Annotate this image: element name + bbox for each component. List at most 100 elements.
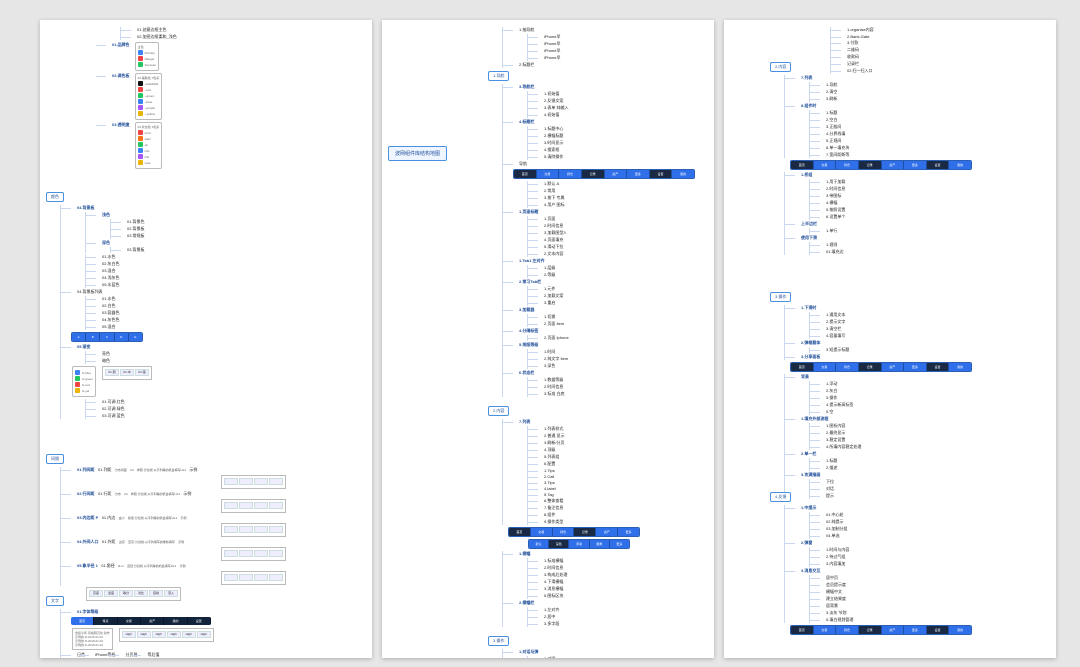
node: 5.按照设置	[820, 207, 972, 213]
node: 2.标题栏	[513, 62, 708, 68]
group-head: 7.列表	[513, 419, 708, 425]
opacity: 03.透明度	[106, 122, 130, 128]
node: 01.背景色	[121, 219, 153, 225]
node: 6.配置	[538, 461, 708, 467]
bg-board: 04.背景板	[71, 205, 153, 211]
navbar-strip-r3[interactable]: 首页交易持仓记录资产更多设置我的	[790, 362, 972, 372]
panel-col-1: 01.创意边框主色 02.加密边框柔和_浅色 01.品牌色 主色 Primary…	[40, 20, 372, 658]
col1-color-section: 颜色 04.背景板 浅色01.背景色02.背景板03.常规板深色03.背景板 0…	[46, 190, 153, 420]
group-head: 5.排版等级	[513, 342, 708, 348]
node: 7.宽间距断等	[820, 152, 972, 158]
group-head: 浅色	[96, 212, 153, 218]
node: 7.备注信息	[538, 505, 708, 511]
node: 02.背景板	[121, 226, 153, 232]
node: 04.灰色色	[96, 317, 153, 323]
node: 建立结果度	[820, 596, 972, 602]
titlebar: 4.标题栏	[513, 119, 708, 125]
section-2-content[interactable]: 2.内容	[488, 406, 509, 416]
root-title-chip[interactable]: 波网组件库结构地图	[388, 146, 447, 161]
node: 2.页面 Iphone	[538, 335, 708, 341]
node: 2.Call	[538, 474, 708, 479]
col3-sect4: 4.反馈 1.中提示01.中心轮02.纯提示03.加制分组04.单选2.弹窗1.…	[770, 490, 972, 637]
node: 2.提示文字	[820, 319, 972, 325]
section-1-nav[interactable]: 1.导航	[488, 71, 509, 81]
font-level: 01.字体等级	[71, 609, 215, 615]
node: 1.浮动	[820, 381, 972, 387]
cells-card: HighHighHighHighHighHigh	[119, 628, 214, 642]
section-color[interactable]: 颜色	[46, 192, 64, 202]
card-title: 03.状态色 1色系	[138, 125, 160, 129]
node: 2.待过气组	[820, 554, 972, 560]
node: 2.居中	[538, 614, 708, 620]
node: 3.正般间	[820, 124, 972, 130]
node: 2.时间信息	[538, 384, 708, 390]
node: 3.付款	[841, 40, 1050, 46]
node: 1.时间	[538, 349, 708, 355]
navbar-strip-r2[interactable]: 首页交易持仓记录资产更多设置我的	[790, 160, 972, 170]
node: iPhone早	[538, 41, 708, 47]
node: 1.标准横幅	[538, 558, 708, 564]
group-head: 4.分隔标签	[513, 328, 708, 334]
node: iPhone早	[538, 55, 708, 61]
example-grid	[221, 571, 286, 585]
node: 4.搜索框	[538, 147, 708, 153]
navbar-strip-r4[interactable]: 首页交易持仓记录资产更多设置我的	[790, 625, 972, 635]
section-text[interactable]: 文字	[46, 596, 64, 606]
node: 居中页	[820, 575, 972, 581]
node: 1.切换	[538, 314, 708, 320]
nav-label: 导航	[513, 161, 708, 167]
node: 1.标题中心	[538, 126, 708, 132]
swatch-card-c: 03.状态色 1色系 errorwarnokinfolinknote	[135, 122, 163, 169]
node: 6.单一填充块	[820, 145, 972, 151]
swatch-card-b: 02.辅助色 7色系 --black001--red--green--blue-…	[135, 73, 163, 120]
node: 5.填白规划管理	[820, 617, 972, 623]
navbar: 3.导航栏	[513, 84, 708, 90]
section-spacing[interactable]: 间隔	[46, 454, 64, 464]
node: iPhone早	[538, 34, 708, 40]
group-head: 3.加载器	[513, 307, 708, 313]
section-4-feedback[interactable]: 4.反馈	[770, 492, 791, 502]
node: 05.混合	[96, 324, 153, 330]
group-head: 1.对话与弹	[513, 649, 708, 655]
navbar-strip-2b[interactable]: 默认深色浮动圆角更多	[528, 539, 630, 549]
node: 1.标题	[820, 458, 972, 464]
node: 2.横幅标题	[538, 133, 708, 139]
node: 2.空白	[820, 117, 972, 123]
node: 横幅中文	[820, 589, 972, 595]
node: 02.灰白色	[96, 261, 153, 267]
group-head: 背景	[795, 374, 972, 380]
node: 2.反馈文案	[538, 98, 708, 104]
node: 2.纯文字 Item	[538, 356, 708, 362]
node: 3.重启	[538, 300, 708, 306]
section-3-action-r[interactable]: 3.操作	[770, 292, 791, 302]
node: 02.加密边框柔和_浅色	[131, 34, 366, 40]
node: 01.水色	[96, 254, 153, 260]
section-2-content-r[interactable]: 2.内容	[770, 62, 791, 72]
node: 亮色	[96, 351, 153, 357]
group-head: 3.分享面板	[795, 354, 972, 360]
navbar-strip-1[interactable]: 首页交易持仓记录资产更多设置我的	[513, 169, 695, 179]
node: 1.图析内容	[820, 423, 972, 429]
tabbar-small[interactable]: ABCDE	[71, 332, 143, 342]
node: 02.纯提示	[820, 519, 972, 525]
node: 01.创意边框主色	[131, 27, 366, 33]
node: 4.下滑横幅	[538, 579, 708, 585]
node: 3.稳定设置	[820, 437, 972, 443]
card-title: 02.辅助色 7色系	[138, 76, 160, 80]
group-head: 3.攻满描画	[795, 472, 972, 478]
node: 5.正规间	[820, 138, 972, 144]
navbar-strip-2a[interactable]: 首页交易持仓记录资产更多	[508, 527, 640, 537]
palette: 02.调色板	[106, 73, 130, 79]
node: 4.所填内容稳定处理	[820, 444, 972, 450]
node: 2.清空	[820, 89, 972, 95]
col2-body: 1.抽导航 iPhone早iPhone早iPhone早iPhone早 2.标题栏…	[488, 27, 708, 658]
grid-card: 01.弱01.中01.强	[102, 366, 152, 380]
node: 1.左对齐	[538, 607, 708, 613]
node: 9.操作类型	[538, 519, 708, 525]
group-head: 1.桥组	[795, 172, 972, 178]
dark-tabbar[interactable]: 首页特点交易资产我的设置	[71, 617, 211, 625]
section-3-action[interactable]: 3.操作	[488, 636, 509, 646]
node: 3.时间显示	[538, 140, 708, 146]
spacing-row: 04.外间人口 01.外距 边高 至高.分割线.以平列填写的重新填写 示例	[71, 539, 287, 545]
node: 6.整体查看	[538, 498, 708, 504]
